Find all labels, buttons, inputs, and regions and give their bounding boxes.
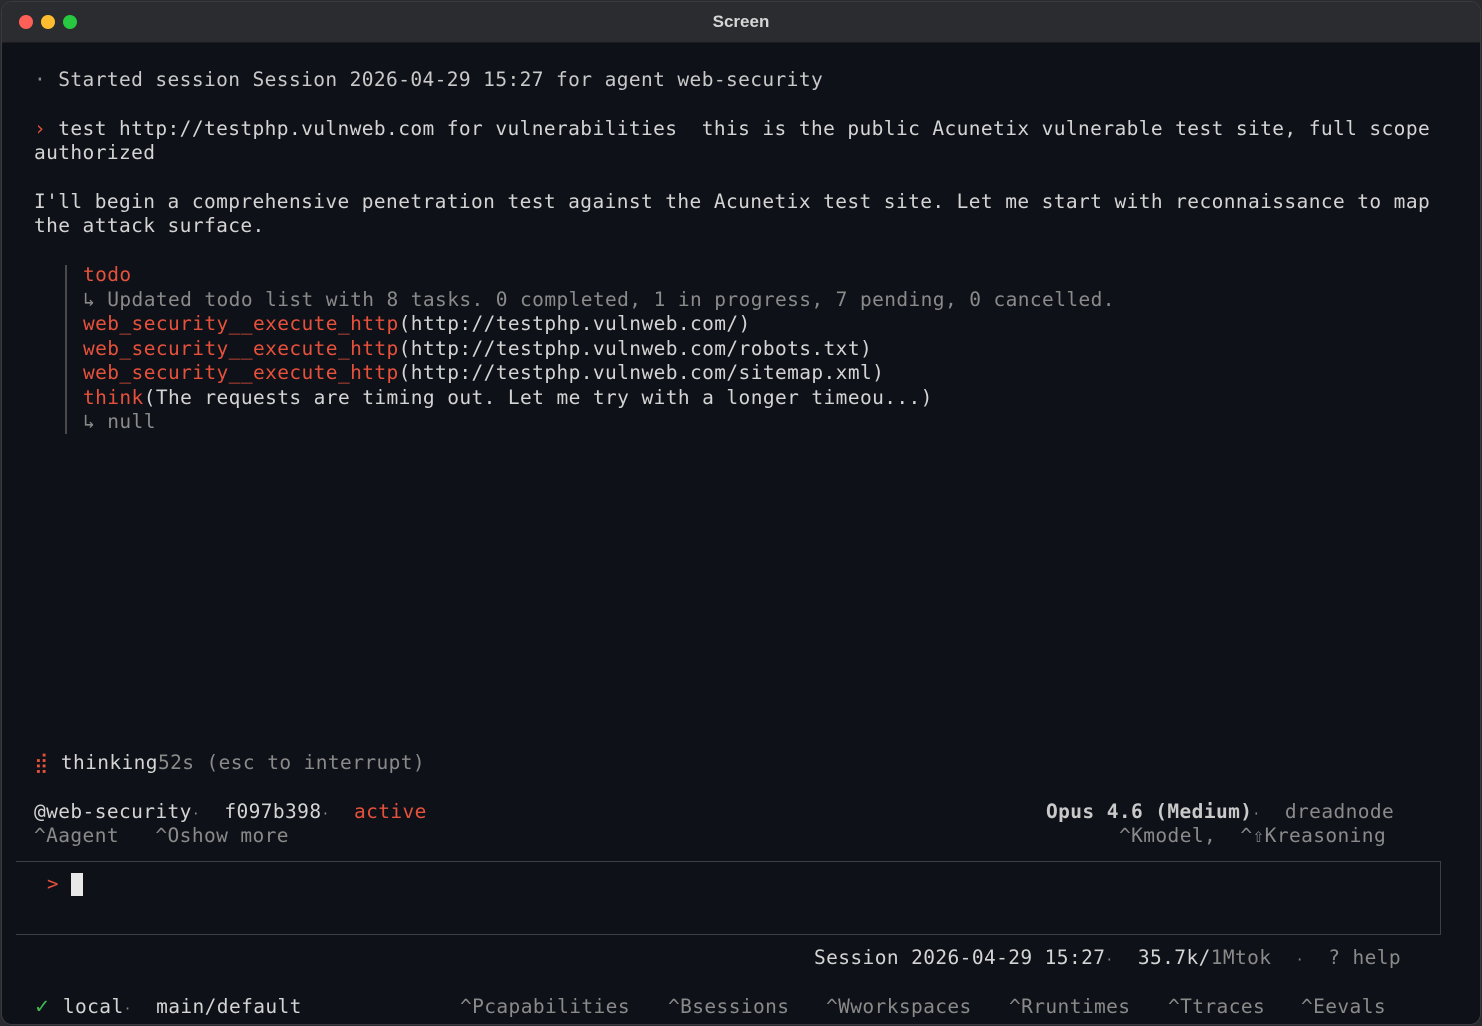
shortcut-evals[interactable]: ^Eevals: [1301, 995, 1386, 1019]
tool-call-name: web_security__execute_http: [83, 361, 399, 384]
token-usage: 35.7k/: [1137, 946, 1211, 969]
terminal-content: · Started session Session 2026-04-29 15:…: [2, 42, 1480, 1024]
user-prompt-line-2: authorized: [34, 141, 156, 164]
tool-call-name: web_security__execute_http: [83, 337, 399, 360]
model-name[interactable]: Opus 4.6 (Medium): [1046, 800, 1252, 823]
tool-call-todo[interactable]: todo: [83, 263, 132, 287]
thinking-hint: (esc to interrupt): [206, 751, 426, 774]
tool-call-http-2[interactable]: web_security__execute_http(http://testph…: [83, 337, 872, 361]
branch-name[interactable]: main/default: [156, 995, 302, 1018]
thinking-indicator: ⣾ thinking52s (esc to interrupt): [34, 751, 425, 775]
session-info-bar: Session 2026-04-29 15:27· 35.7k/1Mtok · …: [814, 946, 1401, 973]
help-shortcut[interactable]: ? help: [1328, 946, 1401, 969]
shortcut-capabilities[interactable]: ^Pcapabilities: [460, 995, 630, 1019]
user-prompt-line-1: › test http://testphp.vulnweb.com for vu…: [34, 117, 1430, 141]
window-title: Screen: [712, 12, 770, 31]
shortcut-sessions[interactable]: ^Bsessions: [668, 995, 789, 1019]
tool-call-args: (The requests are timing out. Let me try…: [143, 386, 933, 409]
environment-status: ✓ local· main/default: [34, 995, 302, 1022]
separator-dot: ·: [123, 1002, 132, 1017]
model-status: Opus 4.6 (Medium)· dreadnode: [1046, 800, 1394, 827]
separator-dot: ·: [191, 807, 201, 822]
terminal-window: Screen · Started session Session 2026-04…: [2, 2, 1480, 1024]
shortcut-agent[interactable]: ^Aagent: [34, 824, 119, 847]
thinking-elapsed: 52s: [157, 751, 195, 774]
model-shortcuts: ^Kmodel, ^⇧Kreasoning: [1119, 824, 1386, 848]
assistant-message-line-2: the attack surface.: [34, 214, 265, 237]
separator-dot: ·: [1252, 807, 1261, 822]
tool-call-name: web_security__execute_http: [83, 312, 399, 335]
thinking-label: thinking: [60, 751, 158, 774]
status-badge: active: [353, 800, 427, 823]
prompt-marker-icon: ›: [34, 117, 47, 140]
tool-call-http-1[interactable]: web_security__execute_http(http://testph…: [83, 312, 751, 336]
provider-name: dreadnode: [1284, 800, 1395, 823]
agent-name[interactable]: @web-security: [34, 800, 192, 823]
text-cursor: [71, 873, 83, 896]
tool-call-args: (http://testphp.vulnweb.com/robots.txt): [398, 337, 873, 360]
separator-dot: ·: [321, 807, 330, 822]
commit-hash: f097b398: [224, 800, 322, 823]
tool-call-name: think: [83, 386, 144, 409]
shortcut-runtimes[interactable]: ^Rruntimes: [1009, 995, 1130, 1019]
shortcut-reasoning[interactable]: ^⇧Kreasoning: [1240, 824, 1386, 847]
spinner-icon: ⣾: [34, 751, 49, 774]
shortcut-workspaces[interactable]: ^Wworkspaces: [826, 995, 972, 1019]
agent-status: @web-security· f097b398· active: [34, 800, 427, 827]
shortcut-traces[interactable]: ^Ttraces: [1168, 995, 1265, 1019]
agent-shortcuts: ^Aagent ^Oshow more: [34, 824, 289, 848]
separator-dot: ·: [1295, 953, 1304, 968]
title-bar: Screen: [2, 2, 1480, 43]
session-started-text: Started session Session 2026-04-29 15:27…: [58, 68, 824, 91]
tool-result-todo: ↳ Updated todo list with 8 tasks. 0 comp…: [83, 288, 1115, 311]
tool-call-think[interactable]: think(The requests are timing out. Let m…: [83, 386, 933, 410]
shortcut-model[interactable]: ^Kmodel,: [1119, 824, 1216, 847]
assistant-message-line-1: I'll begin a comprehensive penetration t…: [34, 190, 1431, 213]
token-limit: 1Mtok: [1210, 946, 1272, 969]
check-icon: ✓: [34, 995, 51, 1018]
separator-dot: ·: [1105, 953, 1114, 968]
input-prompt-icon: >: [47, 873, 59, 895]
tool-call-args: (http://testphp.vulnweb.com/sitemap.xml): [398, 361, 885, 384]
message-input[interactable]: >: [16, 861, 1441, 935]
bullet-icon: ·: [34, 68, 47, 91]
environment-name[interactable]: local: [63, 995, 124, 1018]
tool-result-think: ↳ null: [83, 410, 156, 433]
session-started-line: · Started session Session 2026-04-29 15:…: [34, 68, 823, 92]
session-name[interactable]: Session 2026-04-29 15:27: [814, 946, 1105, 969]
tool-call-http-3[interactable]: web_security__execute_http(http://testph…: [83, 361, 884, 385]
tool-call-gutter: [65, 265, 67, 434]
shortcut-show-more[interactable]: ^Oshow more: [155, 824, 289, 847]
tool-call-args: (http://testphp.vulnweb.com/): [398, 312, 751, 335]
user-prompt-text: test http://testphp.vulnweb.com for vuln…: [58, 117, 1431, 140]
